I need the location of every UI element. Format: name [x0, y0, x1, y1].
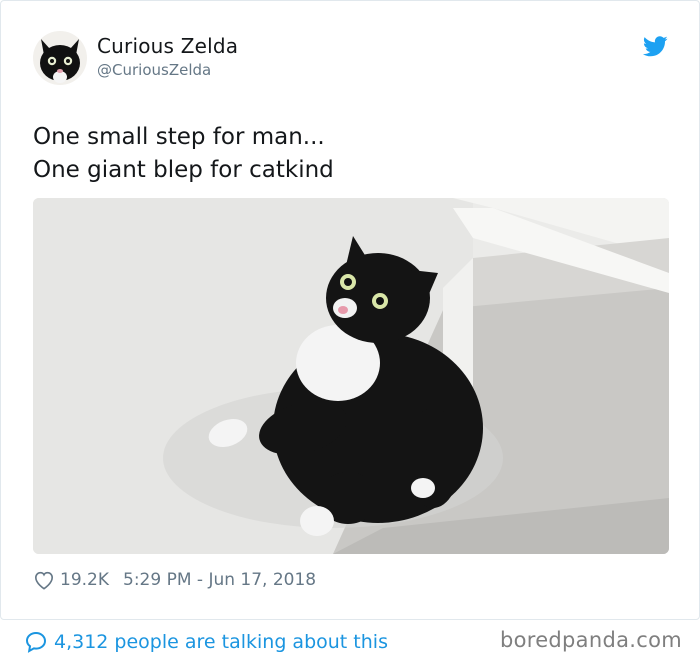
tweet-timestamp[interactable]: 5:29 PM - Jun 17, 2018 [123, 570, 316, 590]
tweet-meta: 19.2K 5:29 PM - Jun 17, 2018 [33, 567, 316, 593]
author-handle[interactable]: @CuriousZelda [97, 61, 211, 79]
heart-icon[interactable] [33, 570, 55, 590]
avatar[interactable] [33, 31, 87, 85]
tweet-text-line-2: One giant blep for catkind [33, 157, 334, 183]
tweet-text: One small step for man... One giant blep… [33, 121, 663, 187]
tweet-photo[interactable] [33, 198, 669, 554]
talking-about-label: 4,312 people are talking about this [54, 631, 388, 653]
boredpanda-watermark: boredpanda.com [499, 628, 682, 652]
cat-avatar-image [33, 31, 87, 85]
speech-bubble-icon [25, 631, 47, 653]
author-name[interactable]: Curious Zelda [97, 34, 238, 58]
tweet-card: Curious Zelda @CuriousZelda One small st… [0, 0, 700, 620]
talking-about-link[interactable]: 4,312 people are talking about this [24, 628, 388, 656]
like-count[interactable]: 19.2K [60, 570, 109, 590]
cat-on-stairs-image [33, 198, 669, 554]
twitter-bird-icon[interactable] [643, 36, 668, 57]
tweet-text-line-1: One small step for man... [33, 124, 325, 150]
